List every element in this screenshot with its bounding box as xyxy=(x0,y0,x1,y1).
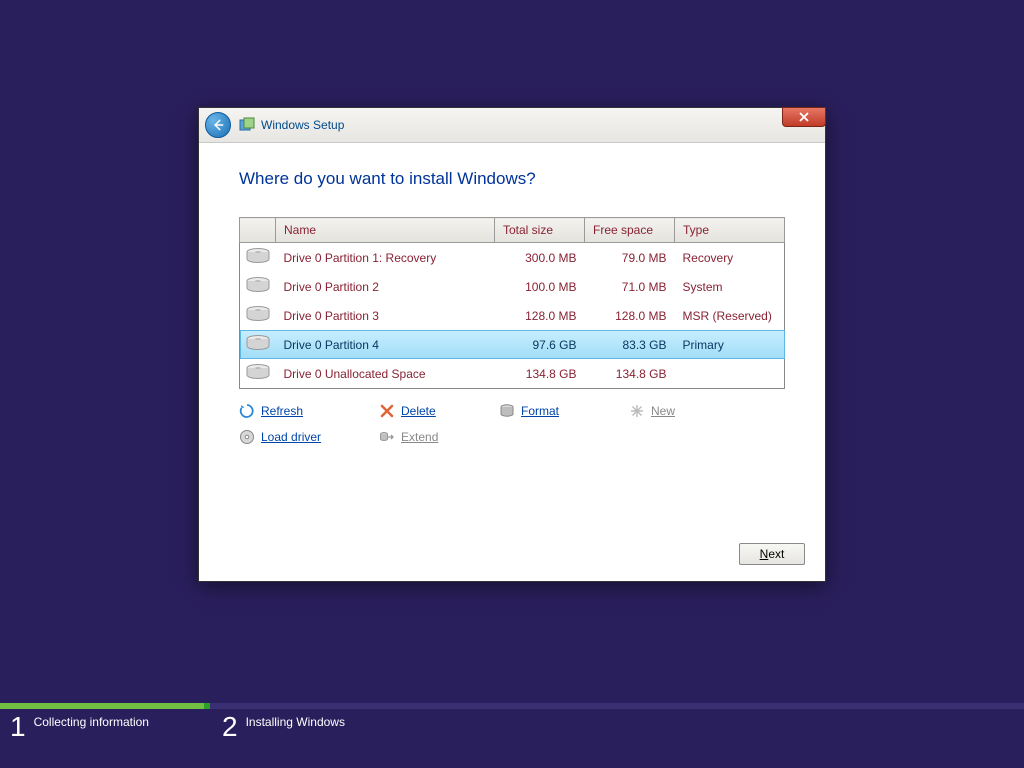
new-label: New xyxy=(651,404,675,418)
extend-icon xyxy=(379,429,395,445)
arrow-left-icon xyxy=(211,118,225,132)
cell-name: Drive 0 Unallocated Space xyxy=(276,359,495,389)
step-2-number: 2 xyxy=(222,713,238,741)
progress-track xyxy=(0,703,1024,709)
refresh-label: Refresh xyxy=(261,404,303,418)
cell-name: Drive 0 Partition 3 xyxy=(276,301,495,330)
disk-icon xyxy=(240,330,276,359)
table-row[interactable]: Drive 0 Unallocated Space134.8 GB134.8 G… xyxy=(240,359,785,389)
col-free-space[interactable]: Free space xyxy=(585,218,675,243)
refresh-link[interactable]: Refresh xyxy=(239,403,379,419)
cell-type xyxy=(675,359,785,389)
cd-icon xyxy=(239,429,255,445)
refresh-icon xyxy=(239,403,255,419)
table-row[interactable]: Drive 0 Partition 3128.0 MB128.0 MBMSR (… xyxy=(240,301,785,330)
table-header-row: Name Total size Free space Type xyxy=(240,218,785,243)
cell-type: System xyxy=(675,272,785,301)
cell-free-space: 79.0 MB xyxy=(585,243,675,273)
cell-total-size: 300.0 MB xyxy=(495,243,585,273)
disk-icon xyxy=(240,301,276,330)
new-icon xyxy=(629,403,645,419)
step-1: 1 Collecting information xyxy=(10,713,149,741)
partition-table: Name Total size Free space Type Drive 0 … xyxy=(239,217,785,389)
setup-icon xyxy=(239,117,255,133)
delete-label: Delete xyxy=(401,404,436,418)
progress-bar: 1 Collecting information 2 Installing Wi… xyxy=(0,703,1024,768)
cell-free-space: 134.8 GB xyxy=(585,359,675,389)
cell-free-space: 83.3 GB xyxy=(585,330,675,359)
titlebar: Windows Setup xyxy=(199,108,825,143)
cell-name: Drive 0 Partition 4 xyxy=(276,330,495,359)
step-2-label: Installing Windows xyxy=(246,715,345,729)
cell-name: Drive 0 Partition 2 xyxy=(276,272,495,301)
format-icon xyxy=(499,403,515,419)
cell-name: Drive 0 Partition 1: Recovery xyxy=(276,243,495,273)
page-heading: Where do you want to install Windows? xyxy=(239,169,785,189)
col-name[interactable]: Name xyxy=(276,218,495,243)
disk-icon xyxy=(240,359,276,389)
col-type[interactable]: Type xyxy=(675,218,785,243)
cell-type: MSR (Reserved) xyxy=(675,301,785,330)
cell-total-size: 134.8 GB xyxy=(495,359,585,389)
partition-actions: Refresh Delete Format New Load driver Ex… xyxy=(239,403,785,445)
table-row[interactable]: Drive 0 Partition 1: Recovery300.0 MB79.… xyxy=(240,243,785,273)
delete-link[interactable]: Delete xyxy=(379,403,499,419)
cell-total-size: 100.0 MB xyxy=(495,272,585,301)
load-driver-link[interactable]: Load driver xyxy=(239,429,379,445)
extend-link: Extend xyxy=(379,429,499,445)
step-1-number: 1 xyxy=(10,713,26,741)
progress-step1-fill xyxy=(0,703,204,709)
delete-icon xyxy=(379,403,395,419)
step-1-label: Collecting information xyxy=(34,715,149,729)
close-button[interactable] xyxy=(782,107,826,127)
format-label: Format xyxy=(521,404,559,418)
cell-free-space: 71.0 MB xyxy=(585,272,675,301)
next-row: Next xyxy=(739,543,805,565)
cell-type: Primary xyxy=(675,330,785,359)
step-2: 2 Installing Windows xyxy=(222,713,345,741)
table-row[interactable]: Drive 0 Partition 2100.0 MB71.0 MBSystem xyxy=(240,272,785,301)
cell-total-size: 97.6 GB xyxy=(495,330,585,359)
window-title: Windows Setup xyxy=(261,118,344,132)
next-button[interactable]: Next xyxy=(739,543,805,565)
new-link: New xyxy=(629,403,749,419)
dialog-content: Where do you want to install Windows? Na… xyxy=(199,143,825,461)
back-button[interactable] xyxy=(205,112,231,138)
col-total-size[interactable]: Total size xyxy=(495,218,585,243)
progress-step2-marker xyxy=(204,703,210,709)
disk-icon xyxy=(240,243,276,273)
load-driver-label: Load driver xyxy=(261,430,321,444)
setup-dialog: Windows Setup Where do you want to insta… xyxy=(198,107,826,582)
cell-type: Recovery xyxy=(675,243,785,273)
cell-total-size: 128.0 MB xyxy=(495,301,585,330)
format-link[interactable]: Format xyxy=(499,403,629,419)
disk-icon xyxy=(240,272,276,301)
cell-free-space: 128.0 MB xyxy=(585,301,675,330)
table-row[interactable]: Drive 0 Partition 497.6 GB83.3 GBPrimary xyxy=(240,330,785,359)
col-icon[interactable] xyxy=(240,218,276,243)
close-icon xyxy=(799,112,809,122)
extend-label: Extend xyxy=(401,430,438,444)
